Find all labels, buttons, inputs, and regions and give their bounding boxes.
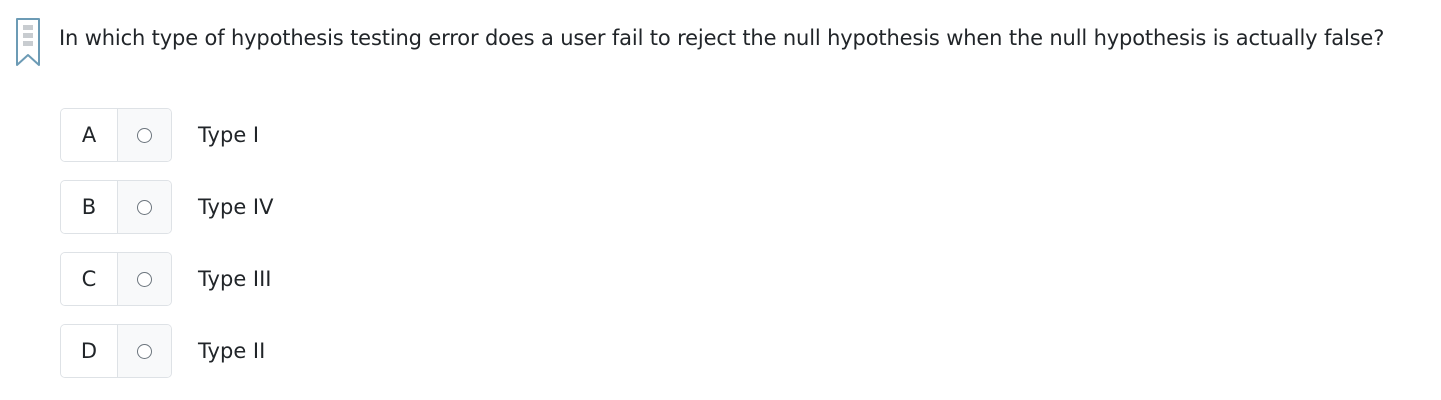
option-a-radio[interactable] <box>118 109 171 161</box>
answer-options: A Type I B Type IV C Type III D Type II <box>60 107 273 395</box>
option-d-text[interactable]: Type II <box>198 339 265 363</box>
option-c-letter: C <box>61 253 118 305</box>
option-a-text[interactable]: Type I <box>198 123 259 147</box>
option-b-box[interactable]: B <box>60 180 172 234</box>
option-a-box[interactable]: A <box>60 108 172 162</box>
option-d-radio[interactable] <box>118 325 171 377</box>
option-a-letter: A <box>61 109 118 161</box>
option-c-radio[interactable] <box>118 253 171 305</box>
option-c[interactable]: C Type III <box>60 251 273 307</box>
option-a[interactable]: A Type I <box>60 107 273 163</box>
option-d[interactable]: D Type II <box>60 323 273 379</box>
option-c-text[interactable]: Type III <box>198 267 272 291</box>
radio-circle-icon[interactable] <box>137 199 152 215</box>
option-d-box[interactable]: D <box>60 324 172 378</box>
bookmark-icon[interactable] <box>15 17 43 67</box>
question-text: In which type of hypothesis testing erro… <box>59 26 1385 50</box>
option-b-text[interactable]: Type IV <box>198 195 273 219</box>
radio-circle-icon[interactable] <box>137 343 152 359</box>
radio-circle-icon[interactable] <box>137 127 152 143</box>
option-c-box[interactable]: C <box>60 252 172 306</box>
option-b[interactable]: B Type IV <box>60 179 273 235</box>
option-d-letter: D <box>61 325 118 377</box>
option-b-letter: B <box>61 181 118 233</box>
radio-circle-icon[interactable] <box>137 271 152 287</box>
option-b-radio[interactable] <box>118 181 171 233</box>
